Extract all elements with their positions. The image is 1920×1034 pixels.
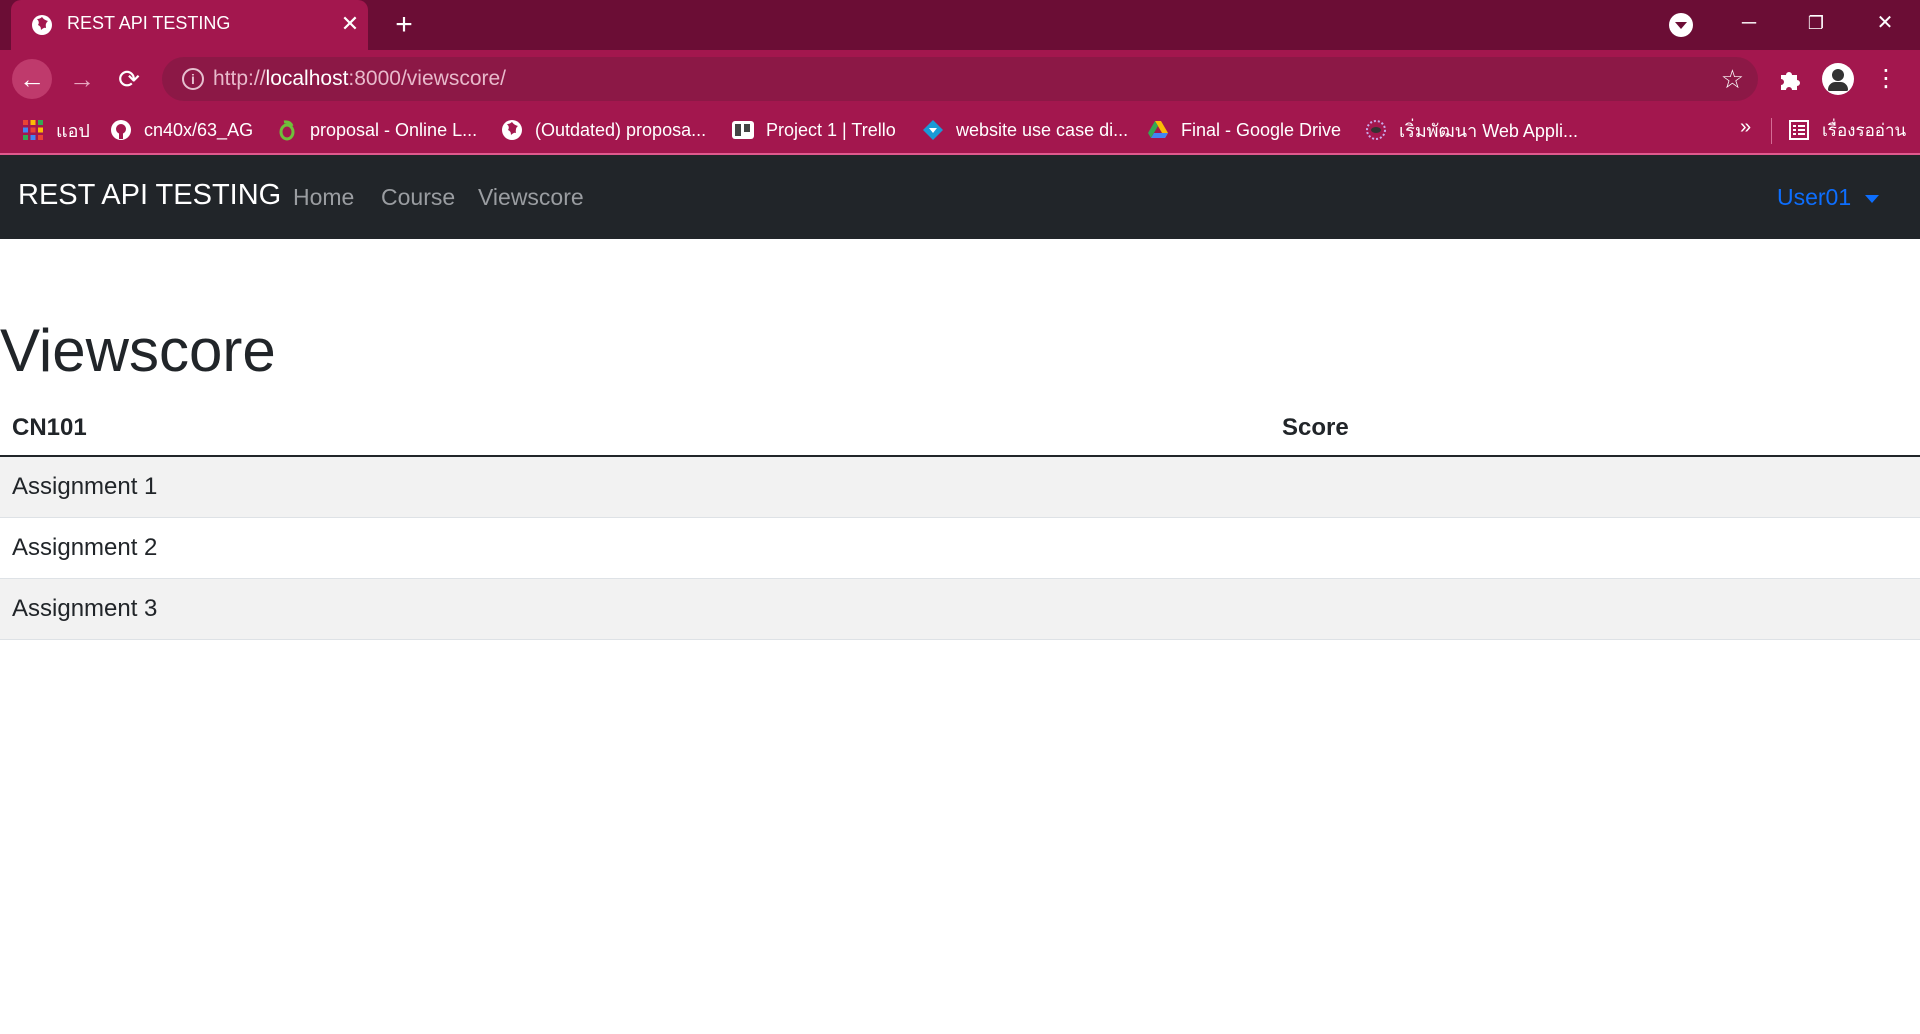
more-bookmarks-icon[interactable]: » [1740, 116, 1751, 139]
header-score: Score [1270, 400, 1920, 457]
tab-search-icon[interactable] [1669, 13, 1693, 37]
trello-icon [732, 121, 754, 139]
profile-avatar-icon[interactable] [1822, 63, 1854, 95]
google-drive-icon [1148, 121, 1168, 138]
user-name: User01 [1777, 184, 1852, 210]
table-row: Assignment 2 [0, 517, 1920, 579]
close-tab-icon[interactable]: ✕ [338, 12, 362, 36]
reload-icon[interactable]: ⟳ [109, 59, 149, 99]
bookmark-label: Final - Google Drive [1181, 119, 1342, 140]
site-logo-icon [1366, 120, 1386, 140]
bookmark-trello[interactable]: Project 1 | Trello [732, 116, 896, 144]
table-row: Assignment 3 [0, 578, 1920, 640]
assignment-name: Assignment 3 [0, 578, 1270, 640]
url-path: :8000/viewscore/ [348, 67, 507, 90]
browser-tab-active[interactable]: REST API TESTING ✕ [11, 0, 368, 50]
new-tab-icon[interactable]: + [390, 10, 418, 40]
reading-list-icon [1789, 120, 1809, 140]
assignment-score [1270, 578, 1920, 640]
score-table: CN101 Score Assignment 1 Assignment 2 As… [0, 400, 1920, 640]
bookmark-google-drive[interactable]: Final - Google Drive [1147, 116, 1341, 144]
bookmark-overleaf[interactable]: proposal - Online L... [276, 116, 477, 144]
restore-icon[interactable]: ❐ [1801, 8, 1831, 38]
back-arrow-icon[interactable]: ← [12, 59, 52, 99]
minimize-icon[interactable]: ─ [1734, 8, 1764, 38]
bookmark-label: แอป [56, 120, 90, 141]
site-info-icon[interactable]: i [182, 68, 204, 90]
bookmark-label: website use case di... [956, 119, 1129, 140]
globe-icon [32, 15, 52, 35]
bookmarks-divider [1771, 118, 1772, 144]
bookmark-label: เริ่มพัฒนา Web Appli... [1399, 120, 1578, 141]
menu-kebab-icon[interactable]: ⋮ [1870, 63, 1902, 95]
window-close-icon[interactable]: ✕ [1870, 8, 1900, 38]
bookmarks-bar: แอป cn40x/63_AG proposal - Online L... (… [0, 108, 1920, 152]
address-bar[interactable]: i http://localhost:8000/viewscore/ ☆ [162, 57, 1758, 101]
assignment-score [1270, 517, 1920, 579]
bookmark-label: (Outdated) proposa... [535, 119, 707, 140]
bookmark-label: proposal - Online L... [310, 119, 478, 140]
caret-down-icon [1865, 194, 1880, 203]
bookmark-label: Project 1 | Trello [766, 119, 896, 140]
nav-link-home[interactable]: Home [293, 184, 354, 211]
globe-icon [502, 120, 522, 140]
bookmark-use-case[interactable]: website use case di... [922, 116, 1128, 144]
site-navbar: REST API TESTING Home Course Viewscore U… [0, 155, 1920, 239]
header-course: CN101 [0, 400, 1270, 457]
table-row: Assignment 1 [0, 456, 1920, 518]
reading-list[interactable]: เรื่องรออ่าน [1788, 116, 1906, 144]
bookmark-star-icon[interactable]: ☆ [1721, 64, 1744, 95]
url-text[interactable]: http://localhost:8000/viewscore/ [213, 67, 506, 91]
user-dropdown[interactable]: User01 [1777, 184, 1880, 211]
forward-arrow-icon[interactable]: → [62, 59, 102, 99]
nav-link-course[interactable]: Course [381, 184, 455, 211]
overleaf-icon [279, 120, 295, 141]
page-title: Viewscore [0, 317, 276, 384]
assignment-name: Assignment 1 [0, 456, 1270, 518]
github-icon [111, 120, 131, 140]
assignment-name: Assignment 2 [0, 517, 1270, 579]
bookmark-outdated-proposal[interactable]: (Outdated) proposa... [501, 116, 706, 144]
tab-title: REST API TESTING [67, 13, 231, 33]
reading-list-label: เรื่องรออ่าน [1822, 120, 1907, 140]
diagram-icon [923, 120, 943, 140]
bookmark-web-app[interactable]: เริ่มพัฒนา Web Appli... [1365, 116, 1578, 144]
apps-grid-icon [23, 120, 43, 140]
bookmark-label: cn40x/63_AG [144, 119, 254, 140]
bookmark-apps[interactable]: แอป [22, 116, 90, 144]
nav-link-viewscore[interactable]: Viewscore [478, 184, 584, 211]
browser-tabstrip: REST API TESTING ✕ + ─ ❐ ✕ [0, 0, 1920, 50]
bookmark-github[interactable]: cn40x/63_AG [110, 116, 253, 144]
navbar-brand[interactable]: REST API TESTING [18, 179, 281, 212]
assignment-score [1270, 456, 1920, 518]
url-prefix: http:// [213, 67, 266, 90]
url-host: localhost [265, 67, 349, 90]
extensions-puzzle-icon[interactable] [1774, 63, 1806, 95]
table-header-row: CN101 Score [0, 400, 1920, 457]
